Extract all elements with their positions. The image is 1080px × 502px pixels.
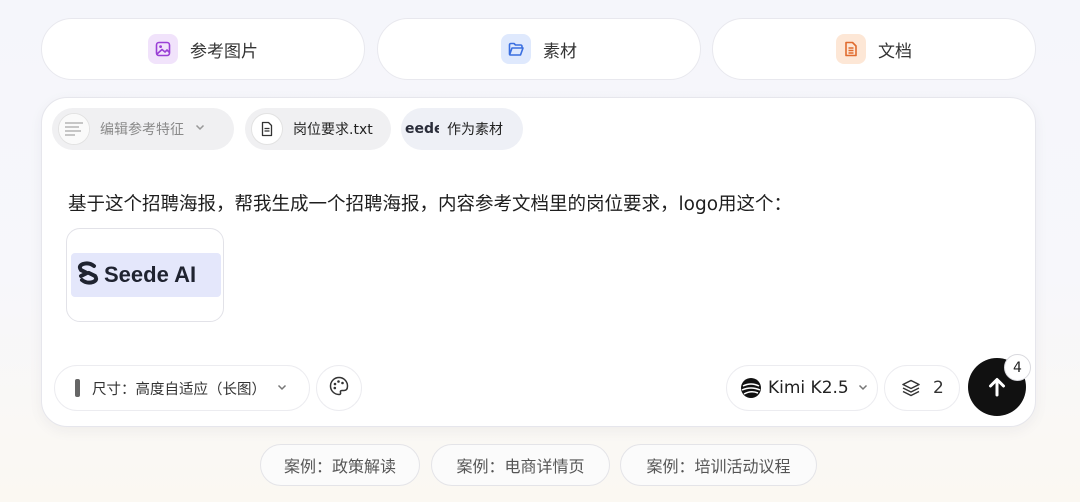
aspect-bar-icon xyxy=(75,379,80,397)
prompt-text[interactable]: 基于这个招聘海报，帮我生成一个招聘海报，内容参考文档里的岗位要求，logo用这个… xyxy=(68,190,792,216)
tab-reference-image-label: 参考图片 xyxy=(190,41,258,62)
example-training[interactable]: 案例：培训活动议程 xyxy=(620,444,817,486)
tab-document-label: 文档 xyxy=(878,41,912,62)
material-thumb-text: eede xyxy=(405,121,439,137)
tab-material[interactable]: 素材 xyxy=(377,18,701,80)
tab-document[interactable]: 文档 xyxy=(712,18,1036,80)
size-selector[interactable]: 尺寸：高度自适应（长图） xyxy=(54,365,310,411)
document-icon xyxy=(836,34,866,64)
tab-reference-image[interactable]: 参考图片 xyxy=(41,18,365,80)
palette-icon xyxy=(328,375,350,401)
chevron-down-icon xyxy=(857,379,869,397)
size-label: 尺寸：高度自适应（长图） xyxy=(92,381,266,398)
reference-thumbnail xyxy=(58,113,90,145)
kimi-logo-icon xyxy=(740,377,762,399)
arrow-up-icon xyxy=(986,376,1008,398)
chevron-down-icon xyxy=(194,121,206,137)
prompt-card: 编辑参考特征 岗位要求.txt eede 作为素材 基于这个招聘海报，帮我生成一… xyxy=(41,97,1036,427)
model-selector[interactable]: Kimi K2.5 xyxy=(726,365,878,411)
document-chip-label: 岗位要求.txt xyxy=(293,122,373,138)
palette-button[interactable] xyxy=(316,365,362,411)
chevron-down-icon xyxy=(276,379,288,397)
reference-feature-chip[interactable]: 编辑参考特征 xyxy=(52,108,234,150)
example-policy[interactable]: 案例：政策解读 xyxy=(260,444,420,486)
layers-count: 2 xyxy=(933,378,944,398)
folder-icon xyxy=(501,34,531,64)
model-label: Kimi K2.5 xyxy=(768,378,849,398)
layers-icon xyxy=(901,378,921,398)
tab-material-label: 素材 xyxy=(543,41,577,62)
send-count-badge: 4 xyxy=(1004,354,1031,381)
image-icon xyxy=(148,34,178,64)
material-chip[interactable]: eede 作为素材 xyxy=(401,108,523,150)
document-chip[interactable]: 岗位要求.txt xyxy=(245,108,391,150)
logo-preview: Seede AI xyxy=(71,253,221,297)
material-chip-label: 作为素材 xyxy=(447,122,503,138)
reference-feature-label: 编辑参考特征 xyxy=(100,122,184,138)
layers-count-button[interactable]: 2 xyxy=(884,365,960,411)
file-icon xyxy=(251,113,283,145)
example-ecommerce[interactable]: 案例：电商详情页 xyxy=(431,444,610,486)
logo-attachment[interactable]: Seede AI xyxy=(66,228,224,322)
logo-text: Seede AI xyxy=(104,262,197,287)
seede-logo-icon xyxy=(77,261,99,289)
